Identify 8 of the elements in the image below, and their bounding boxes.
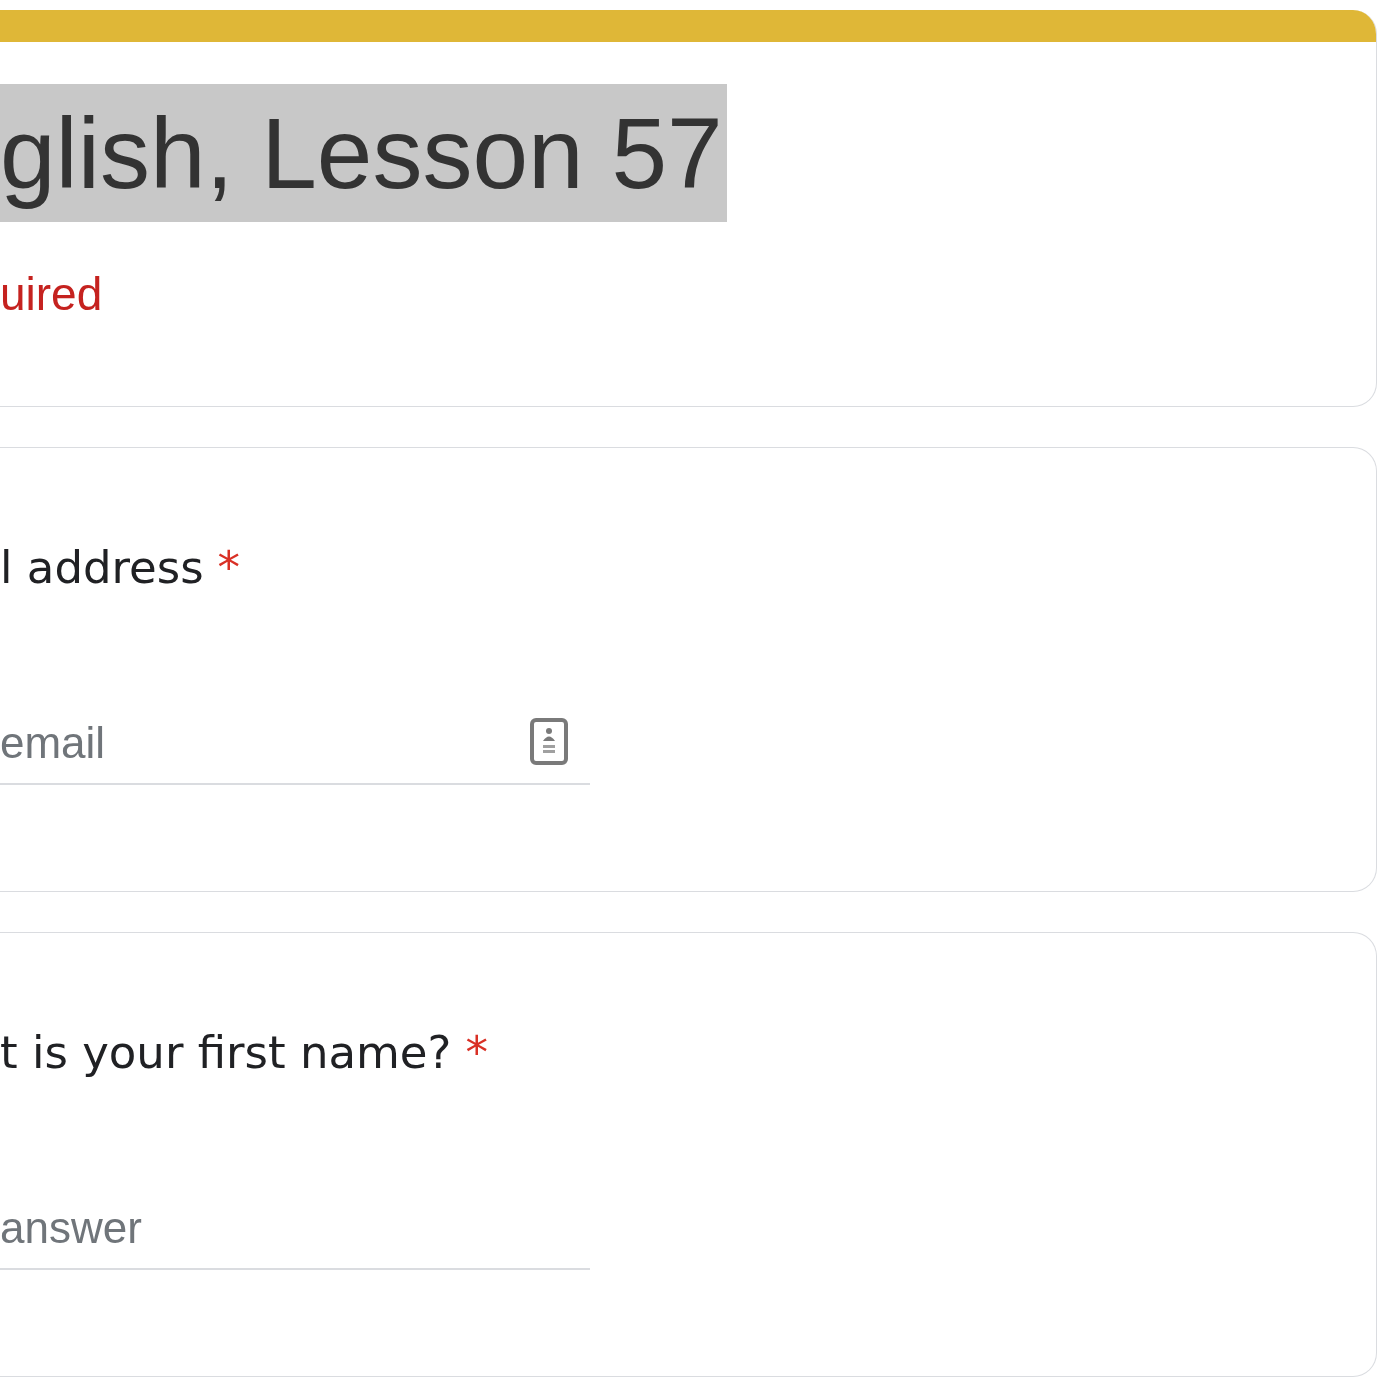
answer-input-field[interactable]: answer <box>0 1202 590 1270</box>
required-asterisk: * <box>465 1026 488 1079</box>
question-label: t is your first name? <box>0 1026 452 1079</box>
form-title: glish, Lesson 57 <box>0 84 727 222</box>
question-label: l address <box>0 541 204 594</box>
required-note: uired <box>0 267 103 322</box>
contact-card-icon[interactable] <box>530 718 568 765</box>
required-asterisk: * <box>217 541 241 594</box>
